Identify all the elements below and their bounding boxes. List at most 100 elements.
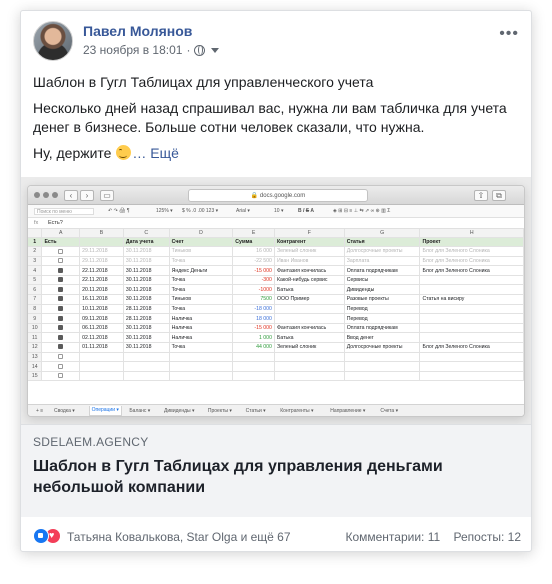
party-cell: Зеленый слоник <box>274 342 345 353</box>
item-cell <box>344 371 421 382</box>
project-cell <box>419 352 524 363</box>
post-line: Ну, держите … Ещё <box>33 145 179 161</box>
checkbox-cell <box>41 256 81 267</box>
sum-cell: -22 500 <box>232 256 275 267</box>
sum-cell: 16 000 <box>232 246 275 257</box>
sum-cell <box>232 352 275 363</box>
party-cell: Фантазия кончилась <box>274 323 345 334</box>
date-cell: 28.11.2018 <box>123 313 170 324</box>
checkbox <box>58 248 64 254</box>
date-cell: 29.11.2018 <box>79 246 124 257</box>
table-row: 9 09.11.2018 28.11.2018 Наличка 18 000 Перево… <box>28 313 524 324</box>
post-footer: Татьяна Ковалькова, Star Olga и ещё 67 К… <box>33 523 521 547</box>
format-icons: $ % .0 .00 123 ▾ <box>182 208 219 214</box>
project-cell: Статья на висиру <box>419 294 524 305</box>
column-letter: E <box>232 229 275 238</box>
sidebar-icon: ▭ <box>100 190 114 201</box>
font-select: Arial ▾ <box>236 208 250 214</box>
sum-cell: -1000 <box>232 284 275 296</box>
chevron-down-icon[interactable] <box>211 47 220 53</box>
formula-bar: fx Есть? <box>28 218 524 229</box>
checkbox <box>58 296 64 302</box>
post-line: Несколько дней назад спрашивал вас, нужн… <box>33 100 507 135</box>
header-cell: Контрагент <box>274 237 345 248</box>
date-cell: 30.11.2018 <box>123 342 170 353</box>
date-cell: 02.11.2018 <box>79 332 124 344</box>
window-minimize-icon <box>43 192 49 198</box>
checkbox <box>58 306 64 312</box>
row-number: 6 <box>28 284 43 296</box>
checkbox-cell <box>41 275 81 286</box>
account-cell <box>169 352 234 363</box>
checkbox <box>58 258 64 264</box>
window-zoom-icon <box>52 192 58 198</box>
sheet-table: A B C D E F G H 1 Есть Дата учета Счет Сумма Контраге… <box>28 229 524 382</box>
party-cell: ООО Пример <box>274 294 345 305</box>
item-cell: Дивиденды <box>344 284 421 296</box>
account-cell: Точка <box>169 342 234 353</box>
post-counts: Комментарии: 11 Репосты: 12 <box>345 530 521 544</box>
sheet-tab: Баланс ▾ <box>129 408 151 414</box>
author-name[interactable]: Павел Молянов <box>83 23 192 39</box>
link-info[interactable]: SDELAEM.AGENCY Шаблон в Гугл Таблицах дл… <box>21 424 531 517</box>
date-cell <box>79 352 124 363</box>
account-cell <box>169 361 234 372</box>
account-cell: Точка <box>169 284 234 296</box>
avatar[interactable] <box>33 21 73 61</box>
spreadsheet-grid: A B C D E F G H 1 Есть Дата учета Счет Сумма Контраге… <box>28 229 524 382</box>
checkbox-cell <box>41 313 81 324</box>
post-timestamp[interactable]: 23 ноября в 18:01 <box>83 43 182 57</box>
checkbox-cell <box>41 323 81 334</box>
window-close-icon <box>34 192 40 198</box>
row-number: 12 <box>28 342 43 353</box>
party-cell: Фантазия кончилась <box>274 265 345 276</box>
date-cell <box>123 361 170 372</box>
account-cell: Тиньков <box>169 294 234 305</box>
account-cell: Наличка <box>169 323 234 334</box>
project-cell <box>419 332 524 344</box>
party-cell <box>274 352 345 363</box>
row-number: 8 <box>28 304 43 315</box>
reaction-icons[interactable] <box>33 528 61 544</box>
forward-icon: › <box>80 190 94 201</box>
table-row: 6 20.11.2018 30.11.2018 Точка -1000 Батька Див… <box>28 284 524 296</box>
post-card: Павел Молянов 23 ноября в 18:01 · ••• Ша… <box>20 10 532 552</box>
preview-image[interactable]: ‹ › ▭ 🔒 docs.google.com ⇧ ⧉ Поиск по мен… <box>21 177 531 424</box>
sheet-tab: Контрагенты ▾ <box>280 408 314 414</box>
party-cell <box>274 304 345 315</box>
account-cell: Точка <box>169 304 234 315</box>
reaction-names[interactable]: Татьяна Ковалькова, Star Olga и ещё 67 <box>67 530 291 544</box>
globe-icon[interactable] <box>194 44 206 56</box>
party-cell: Зеленый слоник <box>274 246 345 257</box>
project-cell <box>419 275 524 286</box>
date-cell: 22.11.2018 <box>79 275 124 286</box>
item-cell: Ввод денег <box>344 332 421 344</box>
row-number: 14 <box>28 361 43 372</box>
project-cell <box>419 304 524 315</box>
column-letter: H <box>419 229 524 238</box>
sheet-tab: Проекты ▾ <box>207 408 232 414</box>
row-number: 1 <box>28 237 43 248</box>
more-options-button[interactable]: ••• <box>499 25 519 43</box>
post-header: Павел Молянов 23 ноября в 18:01 · ••• <box>33 21 521 65</box>
column-header-row: ABCDEFGH <box>28 229 524 238</box>
item-cell: Зарплата <box>344 256 421 267</box>
column-letter: C <box>123 229 170 238</box>
row-number: 9 <box>28 313 43 324</box>
checkbox-cell <box>41 371 81 382</box>
corner-cell <box>28 229 43 238</box>
comments-count[interactable]: Комментарии: 11 <box>345 530 440 544</box>
see-more-link[interactable]: … Ещё <box>132 145 179 161</box>
sheet-tab: Операции ▾ <box>88 406 122 416</box>
checkbox-cell <box>41 352 81 363</box>
reposts-count[interactable]: Репосты: 12 <box>454 530 521 544</box>
item-cell: Долгосрочные проекты <box>344 246 421 257</box>
bold-icon: B I S A <box>298 208 314 214</box>
checkbox <box>58 286 64 292</box>
column-letter: D <box>169 229 234 238</box>
sum-cell: -15 000 <box>232 265 275 276</box>
link-preview[interactable]: ‹ › ▭ 🔒 docs.google.com ⇧ ⧉ Поиск по мен… <box>21 177 531 517</box>
link-title[interactable]: Шаблон в Гугл Таблицах для управления де… <box>33 456 519 498</box>
checkbox <box>58 344 64 350</box>
checkbox-cell <box>41 265 81 276</box>
